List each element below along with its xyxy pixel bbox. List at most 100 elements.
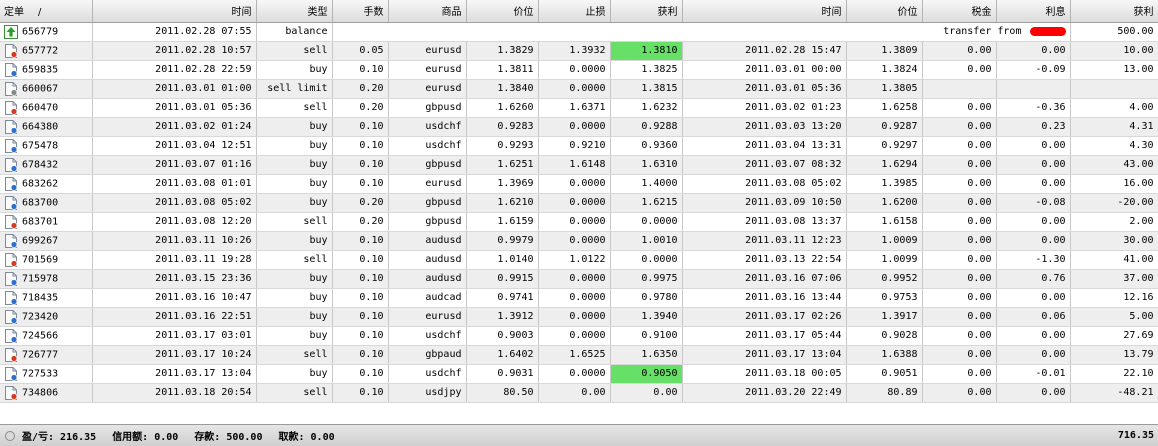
symbol-cell: gbpusd xyxy=(388,98,467,118)
table-row[interactable]: 699267 2011.03.11 10:26 buy 0.10 audusd 0.997… xyxy=(0,231,1158,251)
profit-cell: 500.00 xyxy=(1070,22,1158,42)
table-row[interactable]: 657772 2011.02.28 10:57 sell 0.05 eurusd 1.38… xyxy=(0,41,1158,61)
summary-withdrawal: 取款: 0.00 xyxy=(278,432,335,443)
close-price-cell: 0.9952 xyxy=(846,269,923,289)
type-cell: sell xyxy=(256,98,333,118)
ticket-cell: 660470 xyxy=(0,98,93,118)
stop-loss-cell: 0.0000 xyxy=(538,174,611,194)
column-header-profit[interactable]: 获利 xyxy=(1070,0,1158,23)
summary-total: 716.35 xyxy=(1117,430,1154,441)
table-row[interactable]: 683700 2011.03.08 05:02 buy 0.20 gbpusd 1.621… xyxy=(0,193,1158,213)
table-row[interactable]: 701569 2011.03.11 19:28 sell 0.10 audusd 1.01… xyxy=(0,250,1158,270)
table-row[interactable]: 683262 2011.03.08 01:01 buy 0.10 eurusd 1.396… xyxy=(0,174,1158,194)
open-time-cell: 2011.02.28 10:57 xyxy=(92,41,257,61)
close-price-cell: 1.3824 xyxy=(846,60,923,80)
column-header-close-price[interactable]: 价位 xyxy=(846,0,923,23)
ticket-cell: 683701 xyxy=(0,212,93,232)
close-time-cell: 2011.03.18 00:05 xyxy=(682,364,847,384)
redaction-mark xyxy=(1029,26,1066,36)
column-header-swap[interactable]: 利息 xyxy=(996,0,1071,23)
take-profit-cell: 1.0010 xyxy=(610,231,683,251)
type-cell: buy xyxy=(256,174,333,194)
take-profit-cell: 0.9780 xyxy=(610,288,683,308)
swap-cell: 0.00 xyxy=(996,231,1071,251)
lots-cell: 0.10 xyxy=(332,136,389,156)
table-row[interactable]: 718435 2011.03.16 10:47 buy 0.10 audcad 0.974… xyxy=(0,288,1158,308)
profit-cell: 12.16 xyxy=(1070,288,1158,308)
table-row[interactable]: 678432 2011.03.07 01:16 buy 0.10 gbpusd 1.625… xyxy=(0,155,1158,175)
table-row[interactable]: 683701 2011.03.08 12:20 sell 0.20 gbpusd 1.61… xyxy=(0,212,1158,232)
type-cell: buy xyxy=(256,155,333,175)
column-header-tax[interactable]: 税金 xyxy=(922,0,997,23)
open-time-cell: 2011.03.01 05:36 xyxy=(92,98,257,118)
column-header-take-profit[interactable]: 获利 xyxy=(610,0,683,23)
type-cell: buy xyxy=(256,136,333,156)
close-time-cell: 2011.03.16 07:06 xyxy=(682,269,847,289)
tax-cell: 0.00 xyxy=(922,212,997,232)
table-row[interactable]: 734806 2011.03.18 20:54 sell 0.10 usdjpy 80.5… xyxy=(0,383,1158,403)
table-row[interactable]: 726777 2011.03.17 10:24 sell 0.10 gbpaud 1.64… xyxy=(0,345,1158,365)
profit-cell: 27.69 xyxy=(1070,326,1158,346)
table-row[interactable]: 715978 2011.03.15 23:36 buy 0.10 audusd 0.991… xyxy=(0,269,1158,289)
column-header-symbol[interactable]: 商品 xyxy=(388,0,467,23)
swap-cell: 0.00 xyxy=(996,155,1071,175)
close-price-cell: 1.3805 xyxy=(846,79,923,99)
swap-cell: 0.00 xyxy=(996,345,1071,365)
column-header-open-price[interactable]: 价位 xyxy=(466,0,539,23)
column-header-ticket[interactable]: 定单 / xyxy=(0,0,93,23)
ticket-cell: 660067 xyxy=(0,79,93,99)
close-price-cell: 0.9051 xyxy=(846,364,923,384)
lots-cell: 0.10 xyxy=(332,288,389,308)
close-time-cell: 2011.03.01 05:36 xyxy=(682,79,847,99)
column-header-type[interactable]: 类型 xyxy=(256,0,333,23)
table-row[interactable]: 659835 2011.02.28 22:59 buy 0.10 eurusd 1.381… xyxy=(0,60,1158,80)
tax-cell: 0.00 xyxy=(922,98,997,118)
profit-cell: 4.00 xyxy=(1070,98,1158,118)
column-header-lots[interactable]: 手数 xyxy=(332,0,389,23)
take-profit-cell: 1.6350 xyxy=(610,345,683,365)
history-table: 定单 / 时间 类型 手数 商品 价位 止损 获利 时间 价位 税金 利息 获利 … xyxy=(0,0,1158,403)
open-price-cell: 1.0140 xyxy=(466,250,539,270)
close-time-cell: 2011.03.08 05:02 xyxy=(682,174,847,194)
column-header-close-time[interactable]: 时间 xyxy=(682,0,847,23)
symbol-cell: gbpaud xyxy=(388,345,467,365)
open-price-cell: 1.6210 xyxy=(466,193,539,213)
ticket-cell: 678432 xyxy=(0,155,93,175)
close-price-cell: 1.6388 xyxy=(846,345,923,365)
open-time-cell: 2011.03.16 22:51 xyxy=(92,307,257,327)
table-row[interactable]: 660470 2011.03.01 05:36 sell 0.20 gbpusd 1.62… xyxy=(0,98,1158,118)
column-header-open-time[interactable]: 时间 xyxy=(92,0,257,23)
table-row[interactable]: 723420 2011.03.16 22:51 buy 0.10 eurusd 1.391… xyxy=(0,307,1158,327)
buy-order-icon xyxy=(4,233,18,248)
symbol-cell: gbpusd xyxy=(388,193,467,213)
ticket-cell: 656779 xyxy=(0,22,93,42)
lots-cell: 0.10 xyxy=(332,231,389,251)
table-row[interactable]: 727533 2011.03.17 13:04 buy 0.10 usdchf 0.903… xyxy=(0,364,1158,384)
symbol-cell: usdchf xyxy=(388,117,467,137)
close-time-cell: 2011.03.07 08:32 xyxy=(682,155,847,175)
profit-cell: 2.00 xyxy=(1070,212,1158,232)
open-price-cell: 1.3829 xyxy=(466,41,539,61)
symbol-cell: eurusd xyxy=(388,41,467,61)
stop-loss-cell: 0.0000 xyxy=(538,288,611,308)
type-cell: buy xyxy=(256,60,333,80)
table-row[interactable]: 675478 2011.03.04 12:51 buy 0.10 usdchf 0.929… xyxy=(0,136,1158,156)
table-row[interactable]: 724566 2011.03.17 03:01 buy 0.10 usdchf 0.900… xyxy=(0,326,1158,346)
table-row[interactable]: 660067 2011.03.01 01:00 sell limit 0.20 euru… xyxy=(0,79,1158,99)
stop-loss-cell: 0.0000 xyxy=(538,60,611,80)
close-time-cell: 2011.03.17 02:26 xyxy=(682,307,847,327)
column-header-stop-loss[interactable]: 止损 xyxy=(538,0,611,23)
close-price-cell: 0.9297 xyxy=(846,136,923,156)
table-row[interactable]: 656779 2011.02.28 07:55 balance transfer fr… xyxy=(0,22,1158,42)
type-cell: buy xyxy=(256,288,333,308)
lots-cell: 0.10 xyxy=(332,383,389,403)
table-row[interactable]: 664380 2011.03.02 01:24 buy 0.10 usdchf 0.928… xyxy=(0,117,1158,137)
symbol-cell: gbpusd xyxy=(388,212,467,232)
buy-order-icon xyxy=(4,62,18,77)
stop-loss-cell: 1.6371 xyxy=(538,98,611,118)
close-price-cell: 1.6200 xyxy=(846,193,923,213)
profit-cell: 22.10 xyxy=(1070,364,1158,384)
lots-cell: 0.10 xyxy=(332,326,389,346)
close-time-cell: 2011.03.03 13:20 xyxy=(682,117,847,137)
lots-cell: 0.10 xyxy=(332,60,389,80)
